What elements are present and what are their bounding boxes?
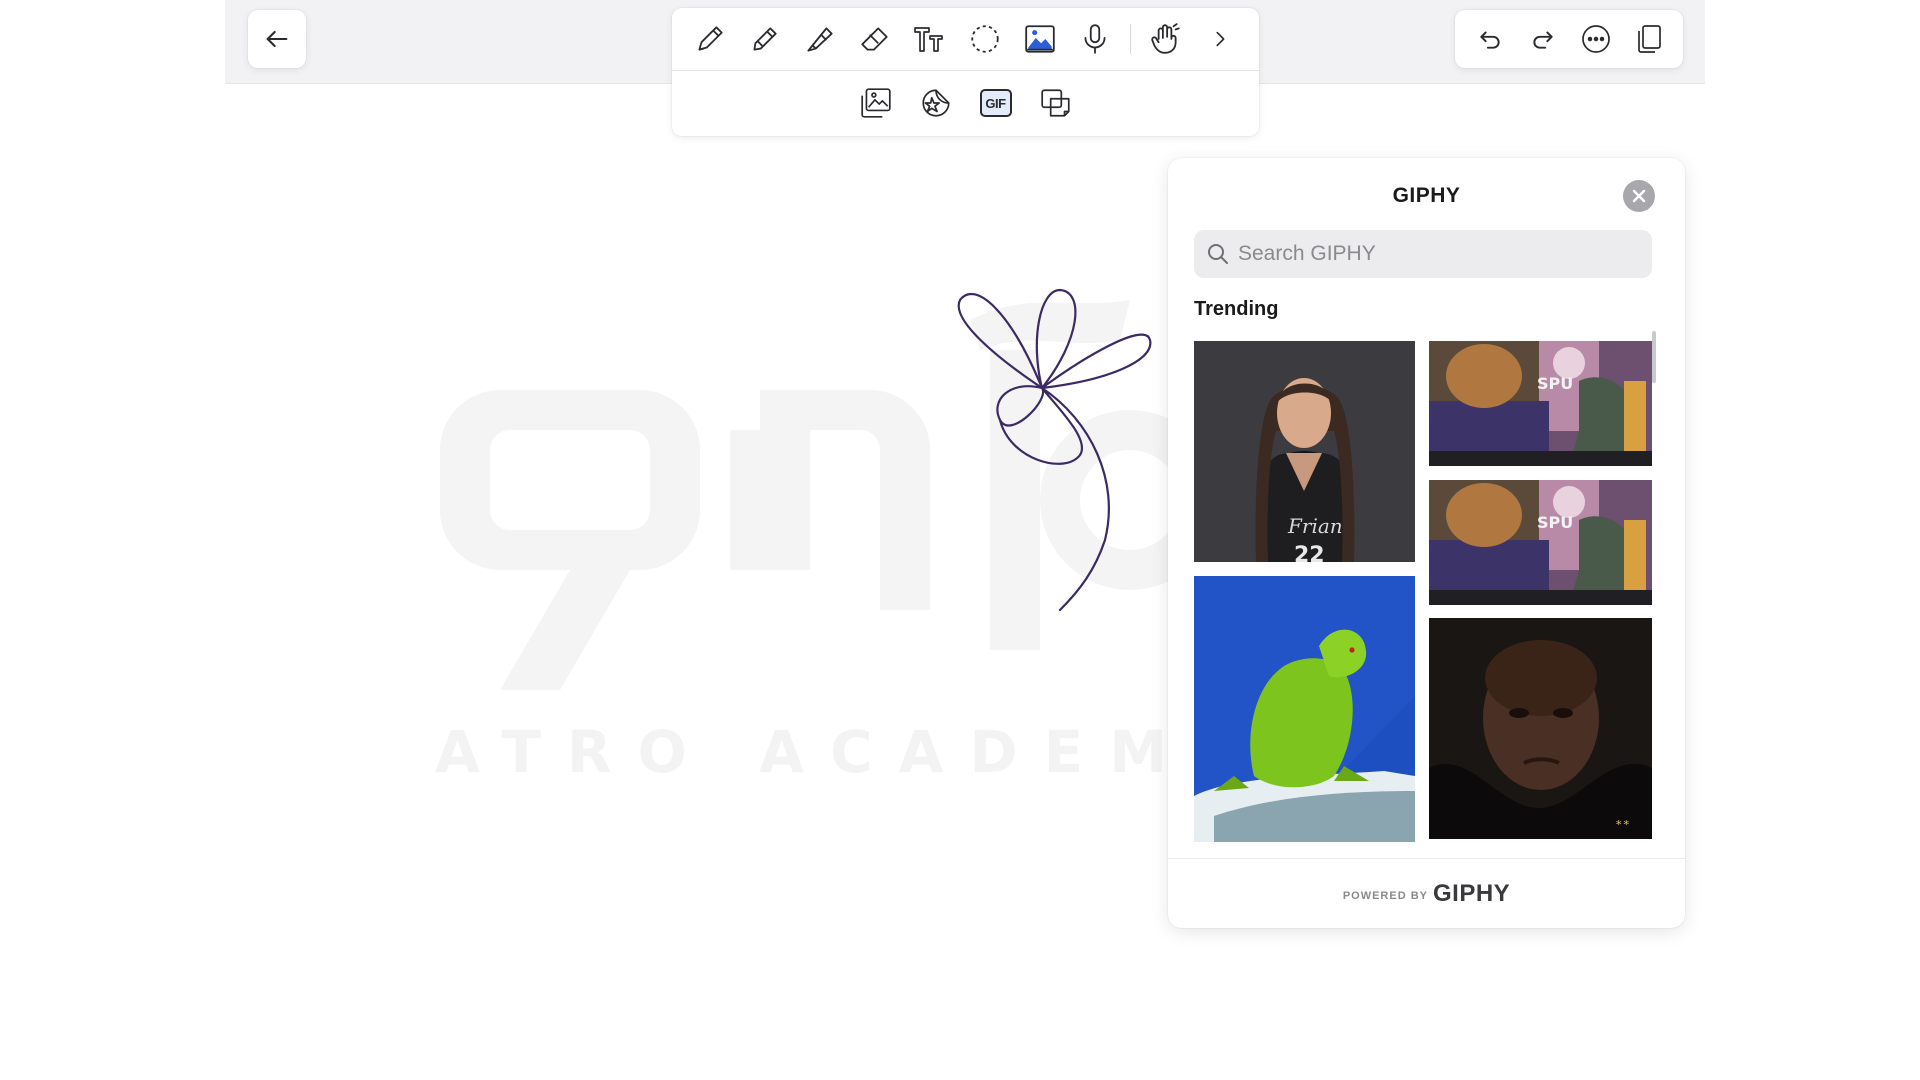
giphy-search-bar[interactable] xyxy=(1194,230,1652,278)
photos-icon xyxy=(860,88,891,118)
insert-sticker-button[interactable] xyxy=(916,83,956,123)
gif-thumbnail-image: SPU xyxy=(1429,341,1652,466)
more-tools-button[interactable] xyxy=(1200,19,1240,59)
gif-results-grid[interactable]: Frian 22 SPU SPU ∗∗ xyxy=(1194,341,1652,851)
sticky-note-icon xyxy=(1040,89,1070,117)
ink-drawing-flower xyxy=(957,288,1152,612)
pencil-icon xyxy=(753,27,777,51)
document-controls xyxy=(1455,10,1683,68)
insert-photo-button[interactable] xyxy=(856,83,896,123)
more-options-button[interactable] xyxy=(1576,19,1616,59)
gif-icon: GIF xyxy=(979,89,1012,117)
gif-result-item[interactable] xyxy=(1194,576,1415,842)
pen-icon xyxy=(698,26,723,51)
gif-thumbnail-image: SPU xyxy=(1429,480,1652,605)
undo-button[interactable] xyxy=(1470,19,1510,59)
insert-tools-row: GIF xyxy=(672,71,1259,135)
redo-icon xyxy=(1532,31,1553,49)
hand-icon xyxy=(1151,23,1180,54)
giphy-brand-logo: GIPHY xyxy=(1433,879,1511,907)
text-tool-button[interactable] xyxy=(910,19,950,59)
powered-by-label: POWERED BY xyxy=(1342,889,1428,902)
marker-icon xyxy=(807,27,833,52)
image-tool-button[interactable] xyxy=(1020,19,1060,59)
microphone-icon xyxy=(1084,24,1106,54)
svg-text:22: 22 xyxy=(1294,543,1325,562)
lasso-tool-button[interactable] xyxy=(965,19,1005,59)
gif-result-item[interactable]: SPU xyxy=(1429,480,1652,605)
whiteboard-app: GIF ATRO ACADEMY GIPHY Search GIPHY Tren… xyxy=(0,0,1920,1080)
gif-results-scrollbar[interactable] xyxy=(1652,331,1656,383)
eraser-tool-button[interactable] xyxy=(855,19,895,59)
toolbar-divider xyxy=(1130,24,1131,54)
text-icon xyxy=(914,27,943,52)
close-icon xyxy=(1632,189,1646,203)
gif-thumbnail-image: ∗∗ xyxy=(1429,618,1652,839)
gif-thumbnail-image xyxy=(1194,576,1415,842)
tool-palette: GIF xyxy=(672,8,1259,136)
pen-tool-button[interactable] xyxy=(690,19,730,59)
marker-tool-button[interactable] xyxy=(800,19,840,59)
gif-result-item[interactable]: Frian 22 xyxy=(1194,341,1415,562)
pages-icon xyxy=(1637,25,1661,53)
insert-sticky-note-button[interactable] xyxy=(1036,83,1076,123)
eraser-icon xyxy=(861,27,888,51)
trending-label: Trending xyxy=(1194,298,1279,320)
chevron-right-icon xyxy=(1216,31,1225,47)
giphy-panel-title: GIPHY xyxy=(1392,184,1461,207)
pages-button[interactable] xyxy=(1629,19,1669,59)
svg-text:∗∗: ∗∗ xyxy=(1615,816,1630,829)
gif-result-item[interactable]: ∗∗ xyxy=(1429,618,1652,839)
undo-icon xyxy=(1479,31,1500,49)
svg-text:SPU: SPU xyxy=(1537,513,1573,532)
pencil-tool-button[interactable] xyxy=(745,19,785,59)
svg-text:Frian: Frian xyxy=(1287,514,1343,538)
search-icon xyxy=(1208,244,1228,264)
giphy-close-button[interactable] xyxy=(1623,180,1655,212)
sticker-icon xyxy=(921,89,950,117)
giphy-search-input[interactable] xyxy=(1238,242,1638,266)
lasso-icon xyxy=(971,25,999,53)
more-icon xyxy=(1581,25,1610,53)
insert-gif-button[interactable]: GIF xyxy=(976,83,1016,123)
hand-tool-button[interactable] xyxy=(1145,19,1185,59)
gif-thumbnail-image: Frian 22 xyxy=(1194,341,1415,562)
back-button[interactable] xyxy=(248,10,306,68)
drawing-tools-row xyxy=(672,8,1259,70)
arrow-left-icon xyxy=(266,30,288,48)
giphy-attribution: POWERED BY GIPHY xyxy=(1168,858,1685,928)
audio-record-button[interactable] xyxy=(1075,19,1115,59)
redo-button[interactable] xyxy=(1523,19,1563,59)
watermark-text: ATRO ACADEMY xyxy=(435,718,1261,786)
giphy-panel: GIPHY Trending xyxy=(1168,158,1685,928)
gif-result-item[interactable]: SPU xyxy=(1429,341,1652,466)
svg-text:SPU: SPU xyxy=(1537,374,1573,393)
gif-badge-label: GIF xyxy=(985,95,1006,111)
image-icon xyxy=(1025,25,1055,53)
